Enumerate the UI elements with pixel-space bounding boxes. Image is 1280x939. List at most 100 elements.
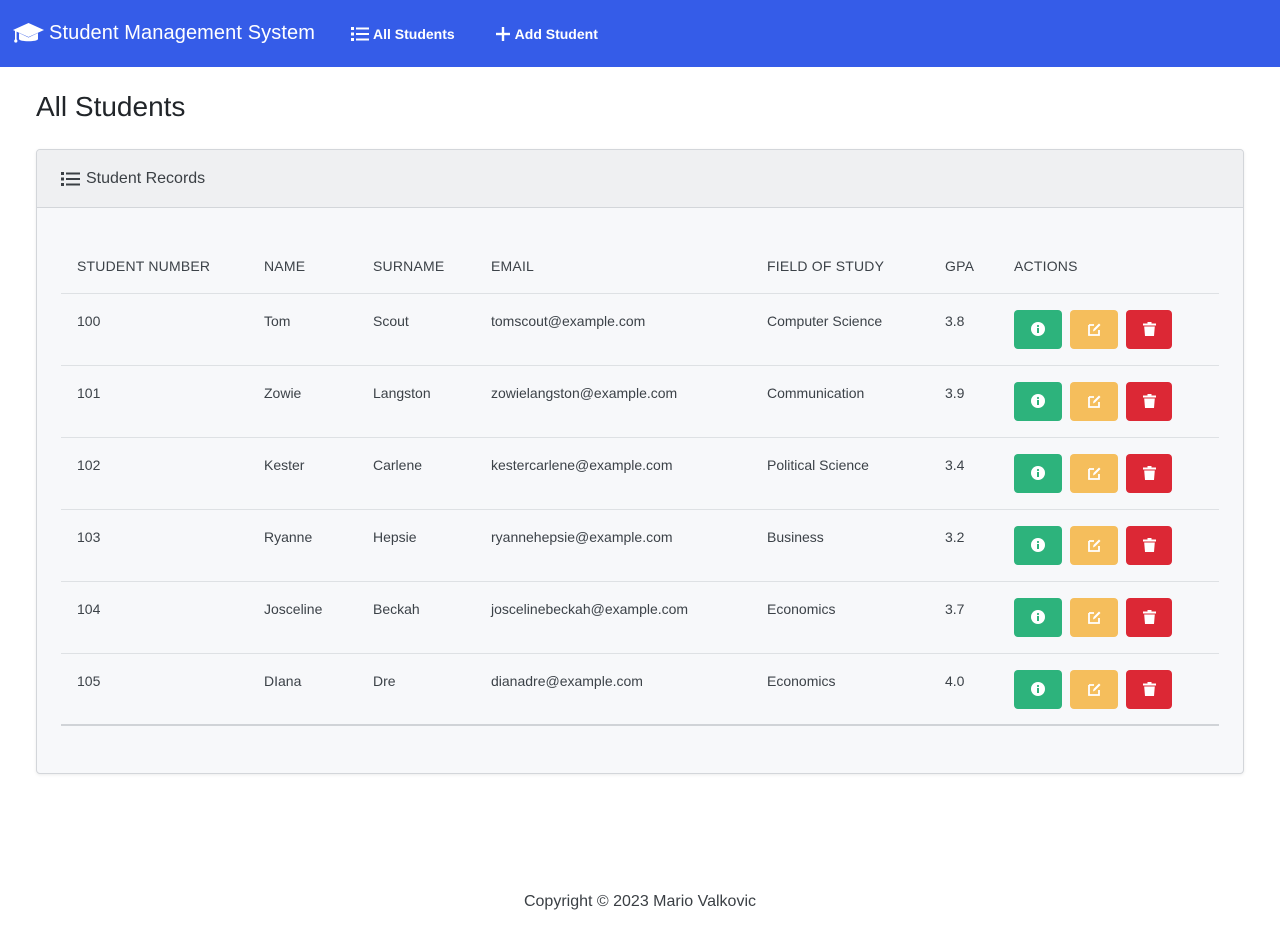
delete-button[interactable] <box>1126 453 1172 493</box>
column-header-email: EMAIL <box>475 243 751 294</box>
column-header-surname: SURNAME <box>357 243 475 294</box>
delete-button[interactable] <box>1126 309 1172 349</box>
cell-field-of-study: Economics <box>751 581 929 654</box>
edit-button[interactable] <box>1070 669 1118 709</box>
trash-icon <box>1142 682 1156 696</box>
cell-name: Zowie <box>248 365 357 438</box>
table-row: 105 DIana Dre dianadre@example.com Econo… <box>61 653 1219 726</box>
cell-email: zowielangston@example.com <box>475 365 751 438</box>
view-details-button[interactable] <box>1014 309 1062 349</box>
cell-surname: Carlene <box>357 437 475 510</box>
cell-email: tomscout@example.com <box>475 293 751 366</box>
list-icon <box>61 171 80 186</box>
student-records-card: Student Records STUDENT NUMBER NAME SURN… <box>36 149 1244 774</box>
nav-add-student[interactable]: Add Student <box>495 26 598 42</box>
cell-gpa: 4.0 <box>929 653 998 726</box>
cell-name: Ryanne <box>248 509 357 582</box>
edit-button[interactable] <box>1070 453 1118 493</box>
table-row: 102 Kester Carlene kestercarlene@example… <box>61 437 1219 510</box>
cell-actions <box>998 653 1219 726</box>
cell-student-number: 104 <box>61 581 248 654</box>
column-header-student-number: STUDENT NUMBER <box>61 243 248 294</box>
cell-actions <box>998 509 1219 582</box>
nav-all-students[interactable]: All Students <box>350 25 455 42</box>
trash-icon <box>1142 322 1156 336</box>
cell-field-of-study: Computer Science <box>751 293 929 366</box>
plus-icon <box>495 26 510 41</box>
row-actions <box>1014 597 1219 637</box>
cell-gpa: 3.8 <box>929 293 998 366</box>
edit-button[interactable] <box>1070 525 1118 565</box>
brand-title: Student Management System <box>49 22 315 44</box>
column-header-gpa: GPA <box>929 243 998 294</box>
view-details-button[interactable] <box>1014 525 1062 565</box>
row-actions <box>1014 309 1219 349</box>
info-circle-icon <box>1031 538 1045 552</box>
cell-email: dianadre@example.com <box>475 653 751 726</box>
cell-student-number: 103 <box>61 509 248 582</box>
footer-copyright: Copyright © 2023 Mario Valkovic <box>523 893 757 910</box>
card-header: Student Records <box>37 150 1243 208</box>
column-header-name: NAME <box>248 243 357 294</box>
row-actions <box>1014 381 1219 421</box>
view-details-button[interactable] <box>1014 453 1062 493</box>
cell-surname: Langston <box>357 365 475 438</box>
edit-icon <box>1087 611 1100 624</box>
cell-surname: Hepsie <box>357 509 475 582</box>
edit-icon <box>1087 395 1100 408</box>
card-header-title: Student Records <box>86 169 206 187</box>
info-circle-icon <box>1031 394 1045 408</box>
cell-surname: Scout <box>357 293 475 366</box>
delete-button[interactable] <box>1126 525 1172 565</box>
list-icon <box>350 26 369 41</box>
view-details-button[interactable] <box>1014 597 1062 637</box>
table-header-row: STUDENT NUMBER NAME SURNAME EMAIL FIELD … <box>61 243 1219 294</box>
cell-field-of-study: Economics <box>751 653 929 726</box>
cell-actions <box>998 365 1219 438</box>
graduation-cap-icon <box>13 22 44 43</box>
cell-gpa: 3.7 <box>929 581 998 654</box>
edit-icon <box>1087 683 1100 696</box>
table-row: 104 Josceline Beckah joscelinebeckah@exa… <box>61 581 1219 654</box>
cell-student-number: 100 <box>61 293 248 366</box>
table-row: 100 Tom Scout tomscout@example.com Compu… <box>61 293 1219 366</box>
cell-email: joscelinebeckah@example.com <box>475 581 751 654</box>
row-actions <box>1014 669 1219 709</box>
cell-name: Kester <box>248 437 357 510</box>
cell-gpa: 3.4 <box>929 437 998 510</box>
cell-field-of-study: Communication <box>751 365 929 438</box>
table-row: 101 Zowie Langston zowielangston@example… <box>61 365 1219 438</box>
cell-student-number: 101 <box>61 365 248 438</box>
cell-student-number: 102 <box>61 437 248 510</box>
edit-button[interactable] <box>1070 309 1118 349</box>
trash-icon <box>1142 394 1156 408</box>
column-header-actions: ACTIONS <box>998 243 1219 294</box>
cell-email: kestercarlene@example.com <box>475 437 751 510</box>
cell-actions <box>998 581 1219 654</box>
delete-button[interactable] <box>1126 597 1172 637</box>
row-actions <box>1014 525 1219 565</box>
edit-button[interactable] <box>1070 381 1118 421</box>
cell-name: Josceline <box>248 581 357 654</box>
nav-all-students-label: All Students <box>372 25 455 42</box>
cell-gpa: 3.2 <box>929 509 998 582</box>
cell-name: DIana <box>248 653 357 726</box>
view-details-button[interactable] <box>1014 669 1062 709</box>
cell-student-number: 105 <box>61 653 248 726</box>
cell-surname: Beckah <box>357 581 475 654</box>
row-actions <box>1014 453 1219 493</box>
info-circle-icon <box>1031 466 1045 480</box>
edit-icon <box>1087 467 1100 480</box>
brand-link[interactable]: Student Management System <box>12 21 315 47</box>
column-header-field-of-study: FIELD OF STUDY <box>751 243 929 294</box>
cell-gpa: 3.9 <box>929 365 998 438</box>
delete-button[interactable] <box>1126 381 1172 421</box>
nav-add-student-label: Add Student <box>514 25 598 42</box>
delete-button[interactable] <box>1126 669 1172 709</box>
view-details-button[interactable] <box>1014 381 1062 421</box>
edit-button[interactable] <box>1070 597 1118 637</box>
edit-icon <box>1087 323 1100 336</box>
cell-actions <box>998 437 1219 510</box>
students-table-wrapper: STUDENT NUMBER NAME SURNAME EMAIL FIELD … <box>61 243 1219 726</box>
info-circle-icon <box>1031 322 1045 336</box>
